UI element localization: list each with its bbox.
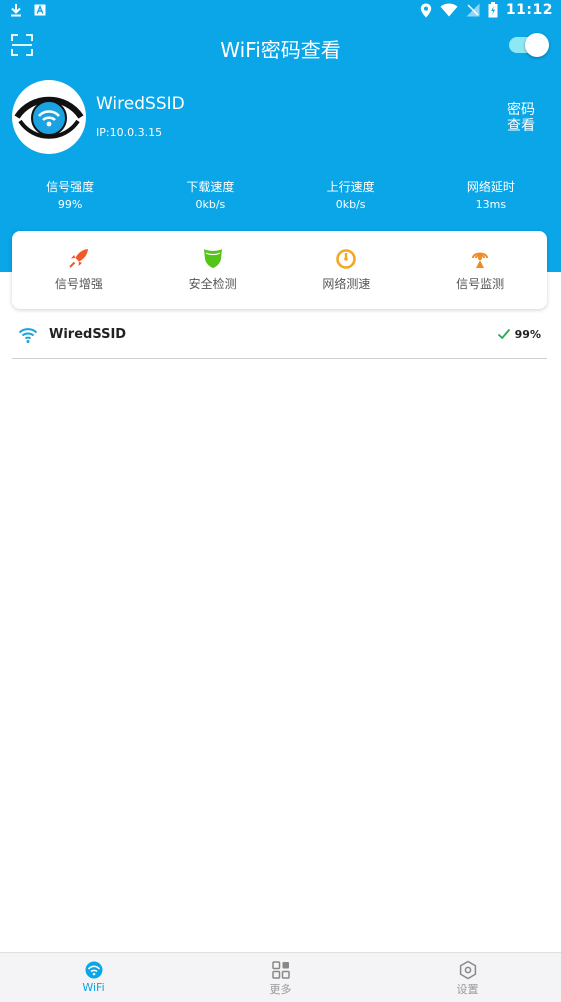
download-icon <box>11 4 21 17</box>
check-icon <box>497 328 511 340</box>
stat-latency: 网络延时 13ms <box>421 178 561 214</box>
tool-signal-monitor[interactable]: 信号监测 <box>413 231 547 309</box>
app-title: WiFi密码查看 <box>220 38 341 62</box>
tool-security-check[interactable]: 安全检测 <box>146 231 280 309</box>
view-password-button[interactable]: 密码查看 <box>505 102 537 134</box>
title-bar: WiFi密码查看 <box>0 28 561 64</box>
toggle-knob <box>525 33 549 57</box>
stat-upload-speed: 上行速度 0kb/s <box>281 178 421 214</box>
wifi-list-item[interactable]: WiredSSID 99% <box>12 318 547 359</box>
tool-signal-boost[interactable]: 信号增强 <box>12 231 146 309</box>
eye-logo <box>12 80 86 154</box>
wifi-strength: 99% <box>514 328 541 341</box>
stat-label: 下载速度 <box>186 180 235 194</box>
stat-value: 99% <box>57 198 83 211</box>
signal-tower-icon <box>472 252 489 268</box>
nav-label: 更多 <box>269 983 292 996</box>
stat-download-speed: 下载速度 0kb/s <box>140 178 280 214</box>
tool-label: 安全检测 <box>188 277 237 291</box>
no-sim-icon <box>466 3 480 17</box>
stat-value: 13ms <box>475 198 507 211</box>
toggle-switch[interactable] <box>509 33 549 57</box>
rocket-icon <box>69 249 88 268</box>
network-profile: WiredSSID IP:10.0.3.15 密码查看 <box>0 78 561 158</box>
tool-label: 网络测速 <box>322 277 371 291</box>
grid-icon <box>271 961 290 979</box>
nav-tab-settings[interactable]: 设置 <box>374 953 561 1002</box>
status-bar: 11:12 <box>0 0 561 24</box>
tool-speed-test[interactable]: 网络测速 <box>280 231 414 309</box>
speedometer-icon <box>336 249 357 269</box>
tool-label: 信号增强 <box>54 277 103 291</box>
ip-address: IP:10.0.3.15 <box>96 126 163 139</box>
location-icon <box>420 3 432 17</box>
shield-icon <box>203 249 222 268</box>
tools-card: 信号增强 安全检测 网络测速 信号监测 <box>12 231 547 309</box>
network-stats: 信号强度 99% 下载速度 0kb/s 上行速度 0kb/s 网络延时 13ms <box>0 178 561 214</box>
connected-ssid: WiredSSID <box>96 94 185 114</box>
nav-tab-more[interactable]: 更多 <box>187 953 374 1002</box>
eye-wifi-icon <box>14 96 84 139</box>
nav-label: WiFi <box>82 981 105 994</box>
wifi-tab-icon <box>85 961 102 979</box>
tool-label: 信号监测 <box>456 277 505 291</box>
wifi-ssid: WiredSSID <box>49 327 127 342</box>
stat-value: 0kb/s <box>335 198 366 211</box>
stat-label: 信号强度 <box>46 180 95 194</box>
a-badge-icon <box>34 4 46 16</box>
stat-label: 网络延时 <box>466 180 515 194</box>
wifi-icon <box>18 328 38 343</box>
stat-signal-strength: 信号强度 99% <box>0 178 140 214</box>
stat-value: 0kb/s <box>195 198 226 211</box>
wifi-status-icon <box>440 3 458 17</box>
bottom-nav: WiFi 更多 设置 <box>0 952 561 1002</box>
stat-label: 上行速度 <box>326 180 375 194</box>
settings-icon <box>459 960 476 980</box>
battery-icon <box>488 2 498 18</box>
nav-label: 设置 <box>456 983 479 996</box>
status-time: 11:12 <box>505 2 553 18</box>
nav-tab-wifi[interactable]: WiFi <box>0 953 187 1002</box>
